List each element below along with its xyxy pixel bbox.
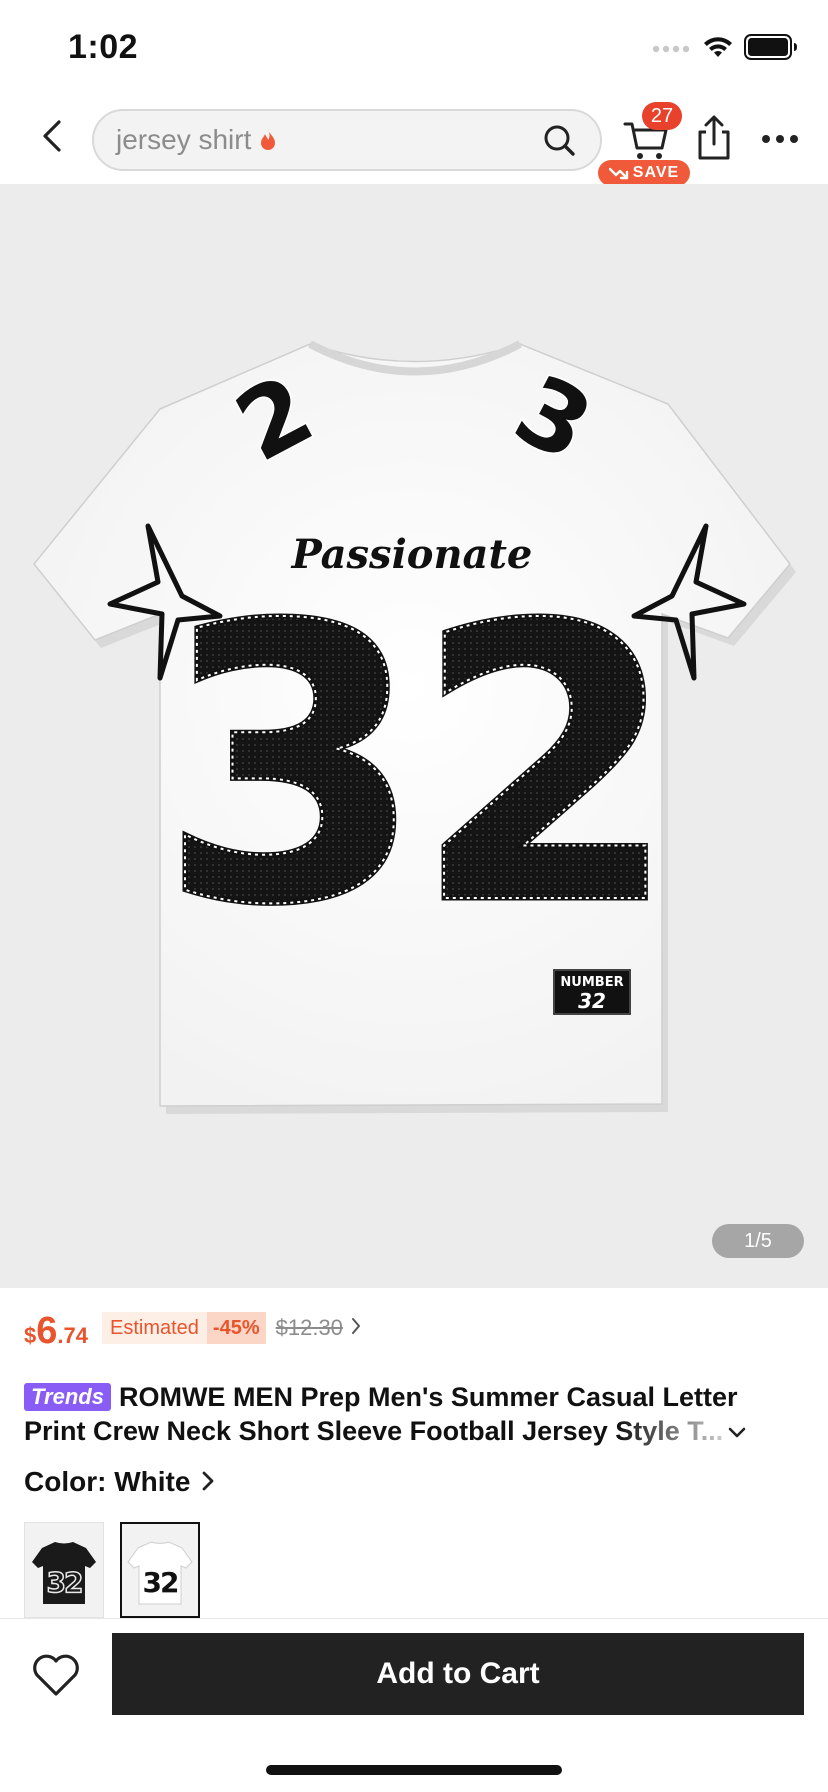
title-line-1: ROMWE MEN Prep Men's Summer Casual Lette… — [118, 1382, 738, 1412]
battery-icon — [744, 34, 798, 65]
signal-icon — [652, 41, 692, 59]
image-counter: 1/5 — [712, 1224, 804, 1258]
trends-badge: Trends — [24, 1383, 111, 1411]
search-icon[interactable] — [542, 123, 576, 162]
wishlist-button[interactable] — [30, 1649, 82, 1701]
share-button[interactable] — [692, 114, 736, 162]
swatch-black[interactable]: 32 — [24, 1522, 104, 1618]
trend-down-icon — [608, 167, 628, 180]
share-icon — [698, 115, 730, 160]
color-label: Color: White — [24, 1466, 191, 1497]
heart-icon — [33, 1654, 79, 1696]
status-time: 1:02 — [68, 28, 139, 66]
price-currency: $ — [24, 1323, 37, 1348]
color-selector-row[interactable]: Color: White — [24, 1466, 214, 1498]
status-icons — [652, 34, 798, 65]
swatch-white-number: 32 — [143, 1566, 178, 1599]
jersey-number-stitching: 32 — [160, 545, 669, 988]
swatch-white[interactable]: 32 — [120, 1522, 200, 1618]
product-title[interactable]: Trends ROMWE MEN Prep Men's Summer Casual… — [24, 1380, 794, 1448]
chevron-left-icon — [43, 120, 61, 152]
color-swatches: 32 32 — [24, 1522, 200, 1618]
status-bar: 1:02 — [0, 0, 828, 96]
home-indicator[interactable] — [266, 1765, 562, 1775]
price-integer: 6 — [36, 1310, 58, 1352]
price-row: $ 6 .74 Estimated -45% $12.30 — [24, 1310, 361, 1353]
white-jersey-thumbnail: 32 — [127, 1541, 193, 1605]
chevron-right-icon[interactable] — [351, 1317, 361, 1340]
top-nav: jersey shirt 27 SAVE — [0, 96, 828, 186]
product-image-gallery[interactable]: 2 3 Passionate 32 32 NUMBER 32 1/5 — [0, 184, 828, 1288]
back-button[interactable] — [30, 114, 74, 158]
black-jersey-thumbnail: 32 — [32, 1542, 96, 1604]
more-icon — [762, 135, 798, 143]
number-tag-number: 32 — [578, 989, 606, 1013]
search-query: jersey shirt — [116, 124, 252, 155]
add-to-cart-button[interactable]: Add to Cart — [112, 1633, 804, 1715]
original-price[interactable]: $12.30 — [276, 1315, 343, 1341]
wifi-icon — [702, 35, 734, 64]
flame-icon — [259, 128, 277, 152]
save-label: SAVE — [632, 164, 680, 181]
title-line-2: Print Crew Neck Short Sleeve Football Je… — [24, 1416, 724, 1446]
swatch-black-number: 32 — [47, 1566, 82, 1599]
sale-price: $ 6 .74 — [24, 1310, 88, 1353]
estimated-price-badge[interactable]: Estimated -45% — [101, 1312, 266, 1344]
save-tag: SAVE — [598, 160, 690, 186]
search-input[interactable]: jersey shirt — [92, 109, 602, 171]
discount-percent: -45% — [206, 1312, 266, 1344]
bottom-action-bar: Add to Cart — [0, 1618, 828, 1792]
cart-count-badge: 27 — [642, 102, 682, 130]
more-options-button[interactable] — [758, 124, 802, 154]
chevron-right-icon — [202, 1466, 214, 1498]
product-photo: 2 3 Passionate 32 32 NUMBER 32 — [33, 340, 796, 1114]
estimated-label: Estimated — [101, 1312, 207, 1344]
expand-title-icon[interactable] — [727, 1414, 747, 1448]
number-tag-label: NUMBER — [560, 975, 623, 990]
price-decimal: .74 — [57, 1323, 88, 1348]
